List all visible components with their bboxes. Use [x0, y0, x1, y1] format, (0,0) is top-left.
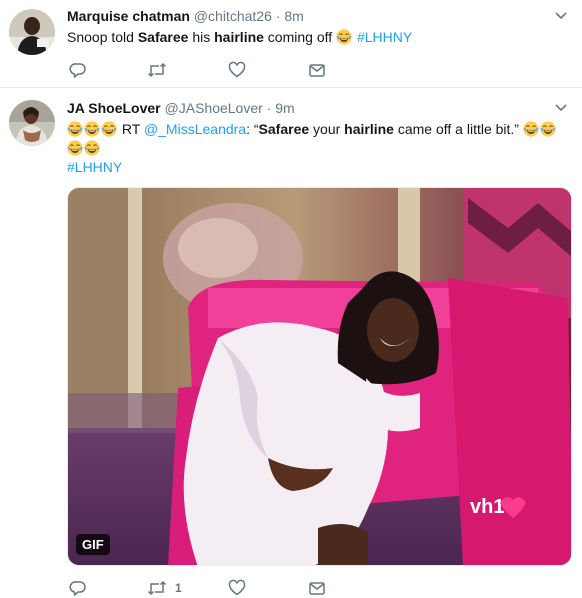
- hashtag-link[interactable]: #LHHNY: [357, 29, 412, 45]
- retweet-icon: [147, 580, 167, 596]
- chevron-down-icon[interactable]: [554, 10, 568, 20]
- hashtag-link[interactable]: #LHHNY: [67, 159, 122, 175]
- direct-message-icon: [309, 64, 325, 77]
- tweet-actions: [67, 60, 367, 80]
- laughing-emoji: [84, 121, 100, 137]
- retweet-icon: [147, 62, 167, 78]
- laughing-emoji: [523, 121, 539, 137]
- retweet-button[interactable]: [147, 60, 175, 80]
- gif-frame: vh1: [68, 188, 571, 565]
- laughing-emoji: [84, 140, 100, 156]
- retweet-button[interactable]: 1: [147, 578, 182, 598]
- retweet-count: 1: [175, 581, 182, 595]
- like-icon: [228, 61, 246, 78]
- display-name[interactable]: JA ShoeLover: [67, 100, 161, 116]
- display-name[interactable]: Marquise chatman: [67, 8, 190, 24]
- timestamp[interactable]: 8m: [284, 8, 303, 24]
- separator-dot: ·: [266, 100, 272, 116]
- avatar[interactable]: [9, 100, 55, 146]
- like-button[interactable]: [228, 578, 254, 598]
- avatar[interactable]: [9, 9, 55, 55]
- tweet-header: Marquise chatman @chitchat26 · 8m: [67, 6, 568, 26]
- direct-message-icon: [309, 582, 325, 595]
- separator-dot: ·: [275, 8, 281, 24]
- vh1-watermark: vh1: [470, 496, 504, 518]
- reply-button[interactable]: [69, 578, 95, 598]
- laughing-emoji: [336, 29, 352, 45]
- username[interactable]: @chitchat26: [194, 8, 272, 24]
- chevron-down-icon[interactable]: [554, 102, 568, 112]
- direct-message-button[interactable]: [308, 578, 326, 598]
- like-button[interactable]: [228, 60, 254, 80]
- gif-badge: GIF: [76, 534, 110, 555]
- tweet[interactable]: Marquise chatman @chitchat26 · 8m Snoop …: [0, 0, 582, 88]
- laughing-emoji: [101, 121, 117, 137]
- like-icon: [228, 579, 246, 596]
- laughing-emoji: [67, 140, 83, 156]
- mention-link[interactable]: @_MissLeandra: [144, 121, 246, 137]
- tweet-header: JA ShoeLover @JAShoeLover · 9m: [67, 98, 568, 118]
- username[interactable]: @JAShoeLover: [165, 100, 263, 116]
- tweet-text: Snoop told Safaree his hairline coming o…: [67, 29, 413, 45]
- tweet-text: RT @_MissLeandra: “Safaree your hairline…: [67, 120, 568, 177]
- reply-icon: [69, 63, 86, 78]
- reply-icon: [69, 581, 86, 596]
- direct-message-button[interactable]: [308, 60, 326, 80]
- gif-media[interactable]: vh1 GIF: [67, 187, 572, 566]
- laughing-emoji: [67, 121, 83, 137]
- timestamp[interactable]: 9m: [275, 100, 294, 116]
- laughing-emoji: [540, 121, 556, 137]
- reply-button[interactable]: [69, 60, 95, 80]
- tweet-actions: 1: [67, 578, 367, 598]
